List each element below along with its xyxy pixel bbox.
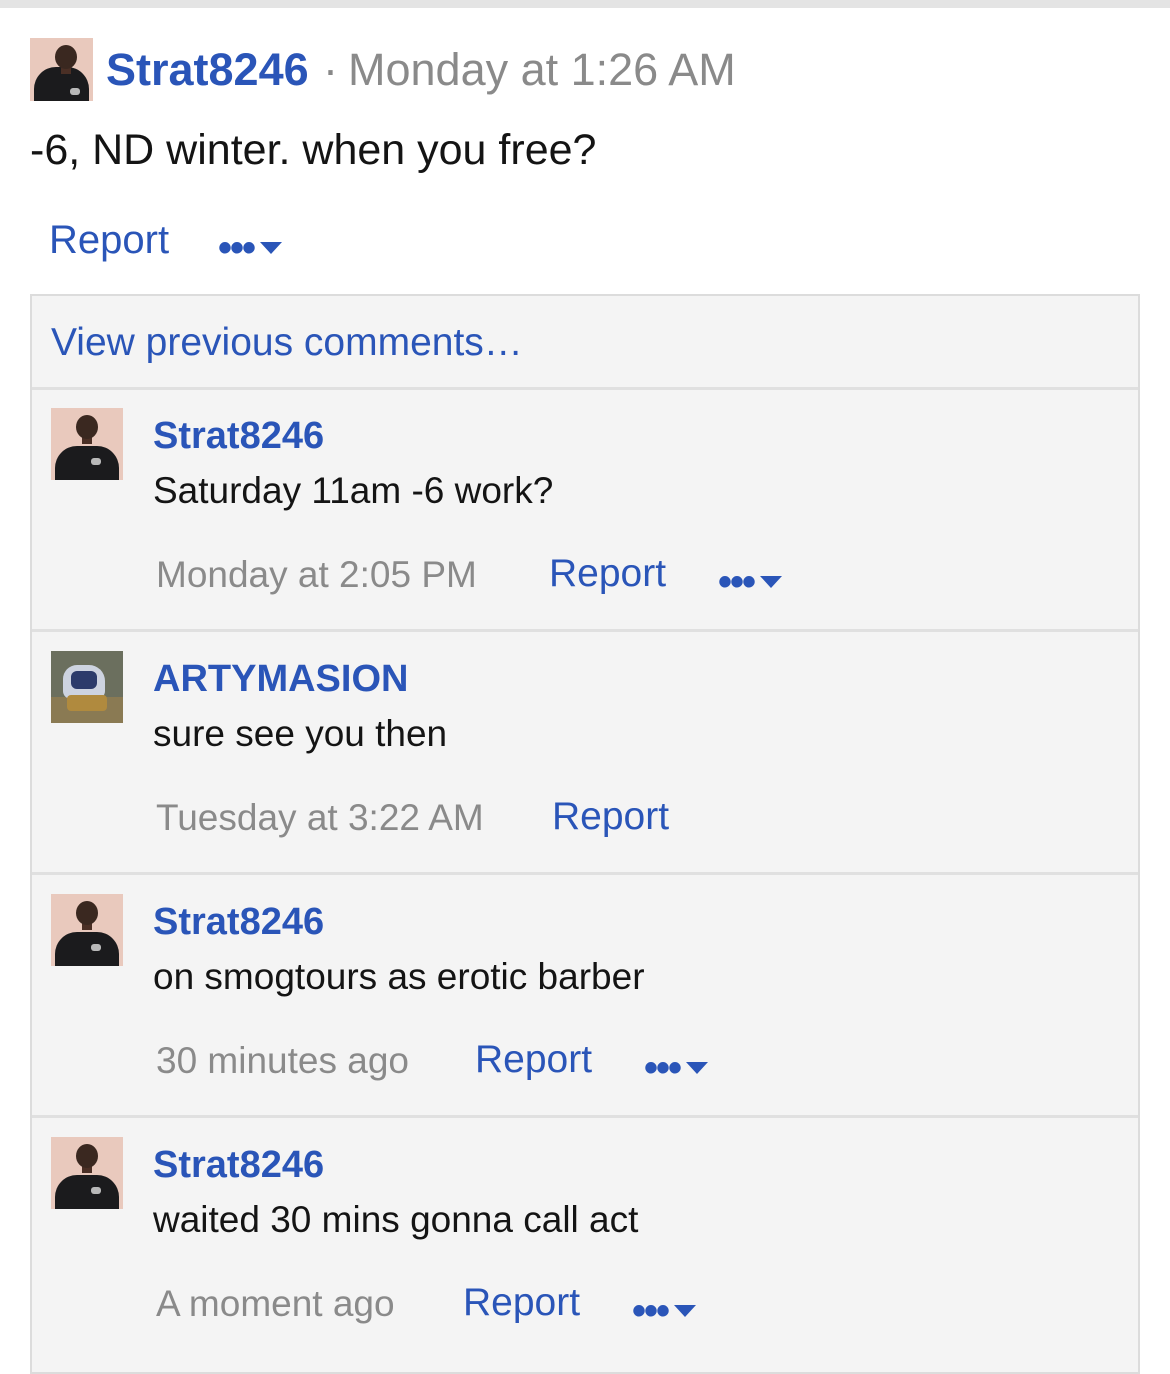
comment-report-link[interactable]: Report xyxy=(475,1038,592,1082)
caret-down-icon xyxy=(760,576,783,588)
comment-text: waited 30 mins gonna call act xyxy=(153,1199,639,1240)
comment-divider xyxy=(32,387,1138,390)
comment-text: on smogtours as erotic barber xyxy=(153,956,645,997)
post-more-menu[interactable]: ••• xyxy=(218,226,283,270)
caret-down-icon xyxy=(260,242,283,254)
comment-divider xyxy=(32,1115,1138,1118)
post-report-link[interactable]: Report xyxy=(49,218,169,263)
post-timestamp[interactable]: Monday at 1:26 AM xyxy=(348,44,736,96)
comment-author-name[interactable]: Strat8246 xyxy=(153,1144,324,1187)
ellipsis-icon: ••• xyxy=(632,1289,670,1333)
comment-timestamp[interactable]: Tuesday at 3:22 AM xyxy=(156,797,484,839)
comment-text: Saturday 11am -6 work? xyxy=(153,470,554,511)
comment-timestamp[interactable]: A moment ago xyxy=(156,1283,395,1325)
comment-author-avatar[interactable] xyxy=(51,408,123,480)
post-body: -6, ND winter. when you free? xyxy=(30,126,597,174)
ellipsis-icon: ••• xyxy=(718,560,756,604)
ellipsis-icon: ••• xyxy=(644,1046,682,1090)
comment-report-link[interactable]: Report xyxy=(552,795,669,839)
comment-author-name[interactable]: Strat8246 xyxy=(153,901,324,944)
comment-divider xyxy=(32,872,1138,875)
comment-author-name[interactable]: Strat8246 xyxy=(153,415,324,458)
post-author-avatar[interactable] xyxy=(30,38,93,101)
comment-text: sure see you then xyxy=(153,713,448,754)
comment-more-menu[interactable]: ••• xyxy=(632,1289,697,1333)
comment-timestamp[interactable]: 30 minutes ago xyxy=(156,1040,409,1082)
caret-down-icon xyxy=(674,1305,697,1317)
comment-author-avatar[interactable] xyxy=(51,1137,123,1209)
comment-timestamp[interactable]: Monday at 2:05 PM xyxy=(156,554,477,596)
comment-report-link[interactable]: Report xyxy=(463,1281,580,1325)
caret-down-icon xyxy=(686,1062,709,1074)
comment-divider xyxy=(32,629,1138,632)
comment-more-menu[interactable]: ••• xyxy=(644,1046,709,1090)
post-meta-separator: · xyxy=(323,44,338,95)
ellipsis-icon: ••• xyxy=(218,226,256,270)
comment-author-avatar[interactable] xyxy=(51,894,123,966)
top-divider xyxy=(0,0,1170,8)
post-author-name[interactable]: Strat8246 xyxy=(106,44,309,96)
comment-author-name[interactable]: ARTYMASION xyxy=(153,658,408,701)
comment-author-avatar[interactable] xyxy=(51,651,123,723)
comment-report-link[interactable]: Report xyxy=(549,552,666,596)
comment-more-menu[interactable]: ••• xyxy=(718,560,783,604)
view-previous-comments-link[interactable]: View previous comments… xyxy=(51,321,523,365)
